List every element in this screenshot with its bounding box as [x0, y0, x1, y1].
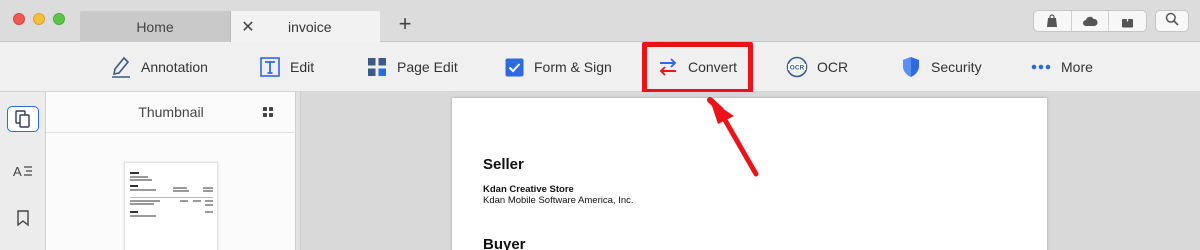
cloud-icon[interactable] [1072, 11, 1110, 31]
pages-icon[interactable] [7, 106, 39, 132]
new-tab-button[interactable]: + [394, 12, 416, 36]
annotation-label: Annotation [141, 59, 208, 75]
tab-invoice-label: invoice [288, 19, 332, 35]
page-edit-button[interactable]: Page Edit [366, 42, 458, 92]
search-button[interactable] [1155, 10, 1189, 32]
convert-highlight-box [642, 42, 753, 94]
ocr-icon: OCR [786, 56, 808, 78]
seller-name: Kdan Creative Store [483, 184, 574, 195]
tab-invoice[interactable]: ✕ invoice [230, 11, 380, 42]
svg-text:A: A [13, 164, 22, 178]
annotation-arrow-icon [707, 97, 759, 177]
share-icon[interactable] [1109, 11, 1146, 31]
close-tab-icon[interactable]: ✕ [239, 17, 257, 37]
titlebar-action-group [1033, 10, 1147, 32]
close-window-button[interactable] [13, 13, 25, 25]
outline-icon[interactable]: A [7, 158, 39, 184]
thumbnail-header-divider [46, 132, 296, 133]
title-bar: Home ✕ invoice + [0, 0, 1200, 42]
ocr-button[interactable]: OCR OCR [786, 42, 848, 92]
shield-icon [900, 56, 922, 78]
bag-icon[interactable] [1034, 11, 1072, 31]
page-edit-label: Page Edit [397, 59, 458, 75]
form-sign-button[interactable]: Form & Sign [503, 42, 612, 92]
edit-button[interactable]: Edit [259, 42, 314, 92]
seller-heading: Seller [483, 156, 524, 173]
security-button[interactable]: Security [900, 42, 982, 92]
more-label: More [1061, 59, 1093, 75]
edit-label: Edit [290, 59, 315, 75]
pen-icon [110, 56, 132, 78]
text-box-icon [259, 56, 281, 78]
form-sign-label: Form & Sign [534, 59, 612, 75]
thumbnail-title: Thumbnail [138, 104, 204, 120]
left-rail: A [0, 92, 46, 250]
grid-icon [366, 56, 388, 78]
svg-text:OCR: OCR [790, 64, 805, 71]
bookmark-icon[interactable] [7, 205, 39, 231]
seller-company: Kdan Mobile Software America, Inc. [483, 195, 634, 206]
page-thumbnail[interactable] [124, 162, 218, 250]
security-label: Security [931, 59, 982, 75]
buyer-heading: Buyer [483, 236, 526, 250]
minimize-window-button[interactable] [33, 13, 45, 25]
checkbox-icon [503, 56, 525, 78]
ellipsis-icon [1030, 56, 1052, 78]
tab-home-label: Home [136, 18, 174, 35]
search-icon [1165, 12, 1179, 31]
ocr-label: OCR [817, 59, 849, 75]
main-toolbar: Annotation Edit Page Edit Form & Sign Co… [0, 42, 1200, 92]
more-button[interactable]: More [1030, 42, 1093, 92]
thumbnail-grid-icon[interactable] [260, 104, 276, 120]
zoom-window-button[interactable] [53, 13, 65, 25]
tab-home[interactable]: Home [80, 11, 230, 42]
annotation-button[interactable]: Annotation [110, 42, 208, 92]
thumbnail-panel: Thumbnail [46, 92, 296, 250]
